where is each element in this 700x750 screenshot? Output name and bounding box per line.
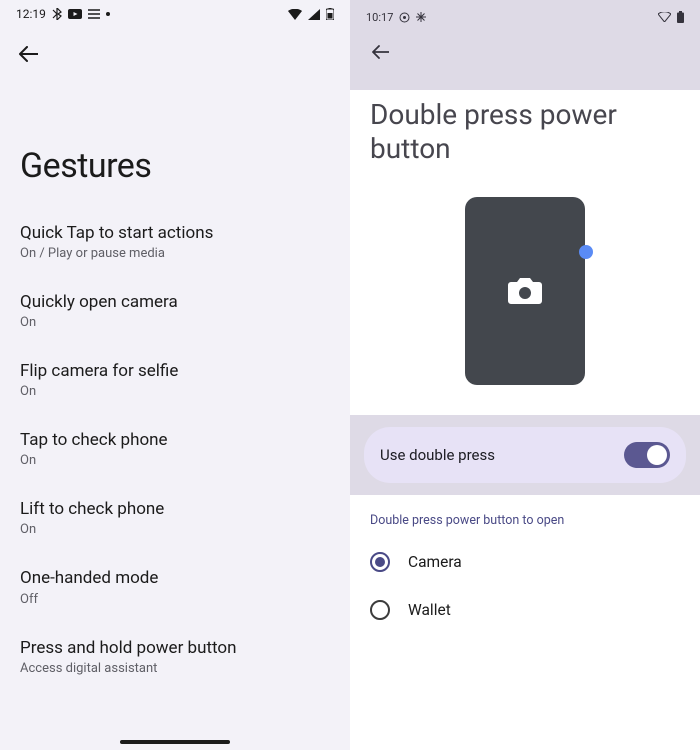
gestures-screen: 12:19 Gestures Quick Tap to start action…: [0, 0, 350, 750]
status-time: 12:19: [16, 7, 46, 21]
setting-quick-tap[interactable]: Quick Tap to start actions On / Play or …: [20, 208, 330, 277]
setting-label: Quick Tap to start actions: [20, 222, 330, 244]
back-button[interactable]: [14, 40, 42, 68]
list-icon: [88, 9, 100, 19]
bluetooth-icon: [52, 8, 62, 20]
wifi-icon: [658, 12, 671, 22]
back-button[interactable]: [366, 38, 394, 66]
setting-flip-camera-selfie[interactable]: Flip camera for selfie On: [20, 346, 330, 415]
radio-label: Wallet: [408, 601, 451, 619]
switch-on[interactable]: [624, 442, 670, 468]
radio-unchecked-icon: [370, 600, 390, 620]
status-bar: 12:19: [0, 0, 350, 28]
setting-sub: Access digital assistant: [20, 661, 330, 676]
radio-checked-icon: [370, 552, 390, 572]
phone-graphic: [465, 197, 585, 385]
setting-label: Lift to check phone: [20, 498, 330, 520]
setting-sub: Off: [20, 592, 330, 607]
battery-icon: [677, 11, 684, 23]
setting-sub: On: [20, 315, 330, 330]
setting-label: Press and hold power button: [20, 637, 330, 659]
radio-option-wallet[interactable]: Wallet: [370, 590, 680, 638]
dot-icon: [106, 12, 110, 16]
signal-icon: [308, 9, 320, 20]
status-time: 10:17: [366, 11, 393, 24]
illustration: [350, 171, 700, 415]
setting-label: One-handed mode: [20, 567, 330, 589]
toggle-section: Use double press: [350, 415, 700, 495]
radio-section: Double press power button to open Camera…: [350, 495, 700, 638]
header-region: 10:17: [350, 0, 700, 90]
setting-lift-to-check[interactable]: Lift to check phone On: [20, 484, 330, 553]
setting-sub: On: [20, 522, 330, 537]
setting-tap-to-check[interactable]: Tap to check phone On: [20, 415, 330, 484]
setting-label: Tap to check phone: [20, 429, 330, 451]
setting-sub: On: [20, 453, 330, 468]
setting-label: Flip camera for selfie: [20, 360, 330, 382]
use-double-press-toggle[interactable]: Use double press: [364, 427, 686, 483]
radio-option-camera[interactable]: Camera: [370, 542, 680, 590]
gear-icon: [399, 12, 410, 23]
double-press-screen: 10:17 Double press power button Use d: [350, 0, 700, 750]
settings-list: Quick Tap to start actions On / Play or …: [0, 208, 350, 692]
setting-label: Quickly open camera: [20, 291, 330, 313]
setting-sub: On: [20, 384, 330, 399]
status-bar: 10:17: [366, 0, 684, 34]
radio-label: Camera: [408, 553, 462, 571]
power-button-highlight: [579, 245, 593, 259]
setting-press-hold-power[interactable]: Press and hold power button Access digit…: [20, 623, 330, 692]
setting-sub: On / Play or pause media: [20, 246, 330, 261]
battery-icon: [326, 8, 334, 20]
setting-quickly-open-camera[interactable]: Quickly open camera On: [20, 277, 330, 346]
wifi-icon: [288, 9, 302, 20]
toggle-label: Use double press: [380, 446, 495, 464]
nav-bar-handle[interactable]: [120, 740, 230, 744]
page-title: Gestures: [0, 68, 350, 208]
snowflake-icon: [416, 12, 426, 22]
arrow-left-icon: [371, 45, 389, 59]
arrow-left-icon: [18, 46, 38, 62]
youtube-icon: [68, 9, 82, 19]
camera-icon: [507, 276, 543, 306]
radio-header: Double press power button to open: [370, 513, 680, 528]
page-title: Double press power button: [350, 90, 700, 171]
setting-one-handed[interactable]: One-handed mode Off: [20, 553, 330, 622]
